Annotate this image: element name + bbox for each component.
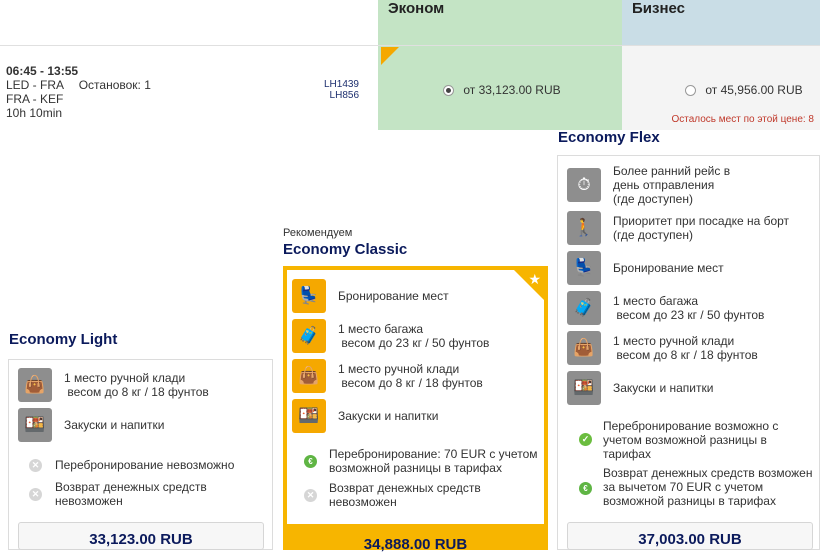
condition-text: Возврат денежных средств возможен за выч…: [603, 466, 813, 508]
price-button-classic[interactable]: 34,888.00 RUB: [283, 528, 548, 553]
condition-row: ✓ Перебронирование возможно с учетом воз…: [579, 419, 778, 461]
price-classic: 34,888.00 RUB: [363, 536, 468, 553]
cabin-title-economy: Эконом: [388, 0, 445, 17]
feature-row: 👜 1 место ручной клади весом до 8 кг / 1…: [18, 367, 268, 403]
flight-segment-1: LED - FRA Остановок: 1: [6, 78, 151, 92]
feature-row: 💺 Бронирование мест: [567, 250, 817, 286]
business-option[interactable]: от 45,956.00 RUB: [685, 83, 803, 97]
condition-text: Перебронирование возможно с учетом возмо…: [603, 419, 779, 461]
condition-text: Перебронирование невозможно: [55, 458, 235, 472]
condition-text: Возврат денежных средств невозможен: [329, 481, 481, 509]
recommended-corner-flag: [381, 47, 399, 65]
stops-count: Остановок: 1: [78, 78, 151, 92]
handbag-icon: 👜: [567, 331, 601, 365]
flight-number[interactable]: LH856: [300, 90, 359, 101]
business-radio[interactable]: [685, 85, 696, 97]
fare-title-light: Economy Light: [9, 331, 118, 348]
cross-icon: ✕: [304, 489, 317, 502]
price-button-flex[interactable]: 37,003.00 RUB: [567, 522, 813, 550]
cabin-title-business: Бизнес: [632, 0, 686, 17]
priority-boarding-icon: 🚶: [567, 211, 601, 245]
feature-text: Закуски и напитки: [64, 418, 165, 432]
condition-row: € Возврат денежных средств возможен за в…: [579, 466, 812, 508]
euro-icon: €: [304, 455, 317, 468]
feature-text: 1 место багажа весом до 23 кг / 50 фунто…: [613, 294, 765, 322]
cabin-header-economy: Эконом: [378, 0, 622, 45]
fare-title-classic: Economy Classic: [283, 241, 408, 258]
condition-text: Возврат денежных средств невозможен: [55, 480, 207, 508]
condition-row: ✕ Возврат денежных средств невозможен: [304, 481, 481, 509]
segment-1-route: LED - FRA: [6, 78, 64, 92]
feature-row: 💺 Бронирование мест: [292, 278, 542, 314]
feature-text: Бронирование мест: [613, 261, 724, 275]
price-button-light[interactable]: 33,123.00 RUB: [18, 522, 264, 550]
feature-text: Закуски и напитки: [613, 381, 714, 395]
feature-text: 1 место ручной клади весом до 8 кг / 18 …: [613, 334, 758, 362]
feature-text: Закуски и напитки: [338, 409, 439, 423]
cabin-header-business: Бизнес: [622, 0, 820, 45]
feature-row: 🍱 Закуски и напитки: [567, 370, 817, 406]
feature-row: 🚶 Приоритет при посадке на борт (где дос…: [567, 210, 817, 246]
flight-time: 06:45 - 13:55: [6, 64, 79, 78]
condition-row: € Перебронирование: 70 EUR с учетом возм…: [304, 447, 538, 475]
business-option-price: от 45,956.00 RUB: [705, 83, 803, 97]
price-flex: 37,003.00 RUB: [638, 531, 742, 548]
economy-radio[interactable]: [443, 85, 454, 97]
suitcase-icon: 🧳: [292, 319, 326, 353]
fare-title-flex: Economy Flex: [558, 129, 660, 146]
clock-icon: ⏱: [567, 168, 601, 202]
price-light: 33,123.00 RUB: [89, 531, 193, 548]
euro-icon: €: [579, 482, 592, 495]
feature-text: 1 место ручной клади весом до 8 кг / 18 …: [64, 371, 209, 399]
meal-icon: 🍱: [567, 371, 601, 405]
flight-duration: 10h 10min: [6, 106, 63, 120]
feature-row: ⏱ Более ранний рейс в день отправления (…: [567, 164, 817, 206]
condition-row: ✕ Перебронирование невозможно: [29, 458, 234, 472]
flight-segment-2: FRA - KEF: [6, 92, 64, 106]
flight-info: 06:45 - 13:55 LED - FRA Остановок: 1 FRA…: [6, 64, 151, 120]
feature-text: 1 место багажа весом до 23 кг / 50 фунто…: [338, 322, 490, 350]
feature-row: 🍱 Закуски и напитки: [18, 407, 268, 443]
flight-number[interactable]: LH1439: [300, 79, 359, 90]
feature-text: Более ранний рейс в день отправления (гд…: [613, 164, 731, 206]
economy-option[interactable]: от 33,123.00 RUB: [443, 83, 561, 97]
classic-feature-list: 💺 Бронирование мест 🧳 1 место багажа вес…: [292, 278, 542, 434]
cross-icon: ✕: [29, 458, 42, 472]
meal-icon: 🍱: [18, 408, 52, 442]
feature-row: 👜 1 место ручной клади весом до 8 кг / 1…: [567, 330, 817, 366]
feature-row: 👜 1 место ручной клади весом до 8 кг / 1…: [292, 358, 542, 394]
feature-row: 🧳 1 место багажа весом до 23 кг / 50 фун…: [567, 290, 817, 326]
seat-icon: 💺: [567, 251, 601, 285]
condition-row: ✕ Возврат денежных средств невозможен: [29, 480, 207, 508]
flex-feature-list: ⏱ Более ранний рейс в день отправления (…: [567, 164, 817, 406]
handbag-icon: 👜: [18, 368, 52, 402]
handbag-icon: 👜: [292, 359, 326, 393]
economy-option-price: от 33,123.00 RUB: [463, 83, 561, 97]
seats-left-notice: Осталось мест по этой цене: 8: [671, 114, 814, 125]
seat-icon: 💺: [292, 279, 326, 313]
feature-text: 1 место ручной клади весом до 8 кг / 18 …: [338, 362, 483, 390]
flight-numbers: LH1439 LH856: [300, 79, 359, 101]
meal-icon: 🍱: [292, 399, 326, 433]
recommended-label: Рекомендуем: [283, 227, 353, 239]
light-feature-list: 👜 1 место ручной клади весом до 8 кг / 1…: [18, 367, 268, 443]
feature-text: Приоритет при посадке на борт (где досту…: [613, 214, 790, 242]
cross-icon: ✕: [29, 487, 42, 501]
feature-text: Бронирование мест: [338, 289, 449, 303]
condition-text: Перебронирование: 70 EUR с учетом возмож…: [329, 447, 538, 475]
suitcase-icon: 🧳: [567, 291, 601, 325]
feature-row: 🍱 Закуски и напитки: [292, 398, 542, 434]
feature-row: 🧳 1 место багажа весом до 23 кг / 50 фун…: [292, 318, 542, 354]
check-icon: ✓: [579, 433, 592, 446]
